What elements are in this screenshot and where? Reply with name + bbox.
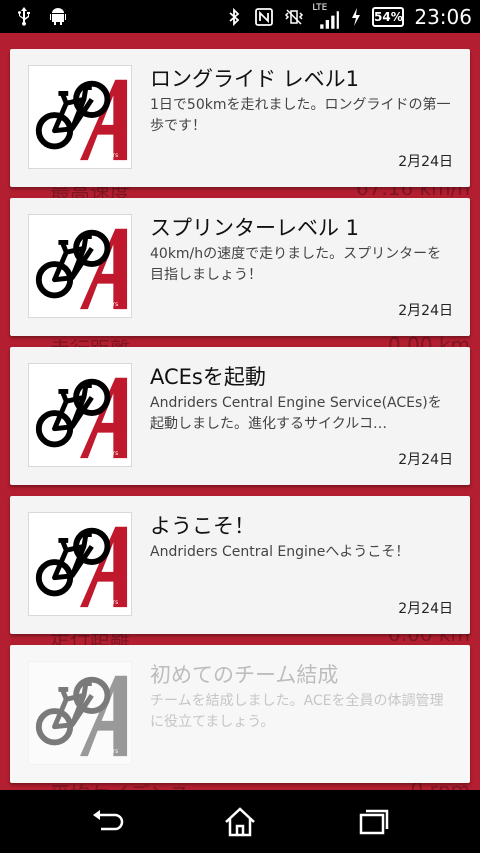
bike-a-logo-icon: Andriders: [28, 512, 132, 616]
achievement-title: ようこそ！: [150, 514, 255, 538]
achievement-title: ロングライド レベル1: [150, 67, 360, 91]
bike-a-logo-icon: Andriders: [28, 214, 132, 318]
recents-icon[interactable]: [353, 806, 393, 838]
achievement-date: 2月24日: [398, 452, 453, 468]
home-icon[interactable]: [220, 806, 260, 838]
achievement-card-locked[interactable]: Andriders 初めてのチーム結成 チームを結成しました。ACEを全員の体調…: [10, 645, 470, 783]
vibrate-icon: [284, 7, 304, 27]
achievement-card[interactable]: Andriders ロングライド レベル1 1日で50kmを走れました。ロングラ…: [10, 49, 470, 187]
signal-icon: LTE: [312, 3, 340, 29]
bike-a-logo-icon: Andriders: [28, 661, 132, 765]
bike-a-logo-icon: Andriders: [28, 363, 132, 467]
achievement-date: 2月24日: [398, 154, 453, 170]
svg-text:Andriders: Andriders: [90, 153, 118, 159]
achievement-date: 2月24日: [398, 303, 453, 319]
bike-a-logo-icon: Andriders: [28, 65, 132, 169]
achievement-description: Andriders Central Engine Service(ACEs)を起…: [150, 395, 442, 432]
svg-text:Andriders: Andriders: [90, 451, 118, 457]
achievement-description: 40km/hの速度で走りました。スプリンターを目指しましょう！: [150, 246, 442, 283]
clock: 23:06: [414, 5, 472, 29]
android-debug-icon: [48, 6, 68, 26]
navigation-bar: [0, 790, 480, 853]
achievement-title: スプリンターレベル 1: [150, 216, 360, 240]
battery-indicator: 54%: [372, 7, 405, 27]
achievement-list-screen: 最高速度 67.16 km/h 走行距離 0.00 km 走行距離 0.00 k…: [0, 33, 480, 790]
svg-text:Andriders: Andriders: [90, 600, 118, 606]
achievement-card[interactable]: Andriders ACEsを起動 Andriders Central Engi…: [10, 347, 470, 485]
achievement-title: 初めてのチーム結成: [150, 663, 339, 687]
achievement-date: 2月24日: [398, 601, 453, 617]
usb-icon: [14, 6, 34, 26]
achievement-description: Andriders Central Engineへようこそ！: [150, 544, 410, 560]
achievement-card[interactable]: Andriders ようこそ！ Andriders Central Engine…: [10, 496, 470, 634]
achievement-title: ACEsを起動: [150, 365, 266, 389]
achievement-description: 1日で50kmを走れました。ロングライドの第一歩です！: [150, 97, 451, 134]
svg-text:Andriders: Andriders: [90, 302, 118, 308]
nfc-icon: [254, 7, 274, 27]
charging-icon: [350, 7, 362, 27]
svg-text:Andriders: Andriders: [90, 749, 118, 755]
back-icon[interactable]: [87, 806, 127, 838]
status-bar: LTE 54% 23:06: [0, 0, 480, 33]
achievement-card[interactable]: Andriders スプリンターレベル 1 40km/hの速度で走りました。スプ…: [10, 198, 470, 336]
bluetooth-icon: [224, 7, 244, 27]
achievement-description: チームを結成しました。ACEを全員の体調管理に役立てましょう。: [150, 693, 444, 730]
